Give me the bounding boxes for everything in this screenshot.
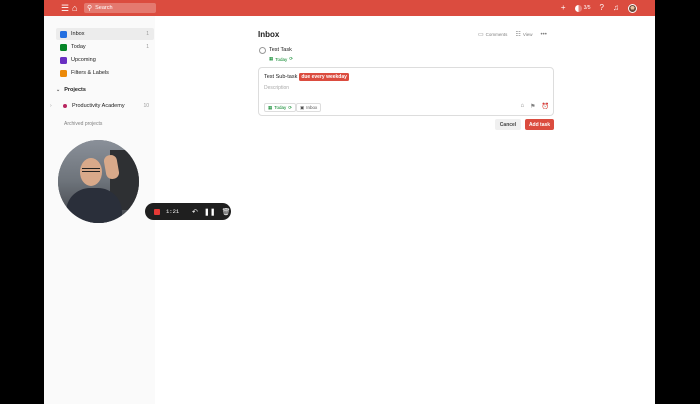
project-label: Productivity Academy <box>72 103 125 109</box>
inbox-icon <box>60 30 67 38</box>
project-color-dot <box>63 104 67 108</box>
sidebar-item-today[interactable]: Today 1 <box>56 41 154 53</box>
more-button[interactable]: ••• <box>541 32 547 38</box>
sidebar-item-upcoming[interactable]: Upcoming <box>56 54 154 66</box>
main-content: Inbox ▭ Comments ☷ View ••• Test Task ▦ … <box>155 16 655 404</box>
search-icon: ⚲ <box>87 5 93 12</box>
header-actions: ▭ Comments ☷ View ••• <box>478 31 547 39</box>
task-title-input[interactable]: Test Sub-task due every weekday <box>264 73 349 81</box>
more-icon: ••• <box>540 31 547 38</box>
editor-tools: ⌂ ⚑ ⏰ <box>521 103 550 110</box>
task-due-label: Today <box>275 56 288 62</box>
help-icon[interactable]: ? <box>600 0 604 16</box>
avatar[interactable] <box>628 3 637 13</box>
calendar-icon: ▦ <box>268 104 273 110</box>
description-input[interactable]: Description <box>264 85 289 91</box>
sidebar-project-productivity-academy[interactable]: › Productivity Academy 10 <box>50 100 154 112</box>
due-date-highlight[interactable]: due every weekday <box>299 73 349 81</box>
due-date-chip-label: Today <box>274 105 287 110</box>
comment-icon: ▭ <box>478 32 484 38</box>
sidebar-item-count: 1 <box>146 44 149 50</box>
task-title-text: Test Sub-task <box>264 74 298 80</box>
task-name: Test Task <box>269 47 292 53</box>
sidebar-item-label: Inbox <box>71 31 85 37</box>
flag-icon[interactable]: ⚑ <box>530 103 535 110</box>
reminder-icon[interactable]: ⏰ <box>542 103 549 110</box>
chevron-right-icon[interactable]: › <box>50 103 59 109</box>
search-input[interactable] <box>95 5 151 11</box>
notifications-icon[interactable]: ♫ <box>613 0 619 16</box>
comments-label: Comments <box>485 32 508 37</box>
cancel-button[interactable]: Cancel <box>495 119 521 130</box>
page-title: Inbox <box>258 30 280 39</box>
sidebar-item-label: Filters & Labels <box>71 70 109 76</box>
label-icon[interactable]: ⌂ <box>521 103 525 110</box>
due-date-chip[interactable]: ▦ Today ⟳ <box>264 103 297 112</box>
today-icon <box>60 43 67 51</box>
task-due-date[interactable]: ▦ Today ⟳ <box>269 56 293 62</box>
view-button[interactable]: ☷ View <box>515 31 532 38</box>
view-icon: ☷ <box>515 32 521 38</box>
sidebar-item-filters-labels[interactable]: Filters & Labels <box>56 67 154 79</box>
webcam-bubble[interactable] <box>58 140 139 223</box>
webcam-person-body <box>66 188 122 223</box>
sidebar-item-count: 1 <box>146 31 149 37</box>
home-icon[interactable]: ⌂ <box>72 0 77 16</box>
sidebar-item-label: Today <box>71 44 86 50</box>
projects-heading-label: Projects <box>64 87 86 93</box>
project-chip-label: Inbox <box>306 105 318 110</box>
karma-icon <box>574 4 582 12</box>
view-label: View <box>522 32 533 37</box>
menu-icon[interactable]: ☰ <box>61 0 69 16</box>
add-icon[interactable]: + <box>561 0 566 16</box>
sidebar-item-label: Upcoming <box>71 57 96 63</box>
task-editor: Test Sub-task due every weekday Descript… <box>258 67 554 116</box>
app-window: ☰ ⌂ ⚲ + 3/5 ? ♫ Inbox 1 Today 1 <box>44 0 655 404</box>
upcoming-icon <box>60 56 67 64</box>
calendar-icon: ▦ <box>269 56 274 61</box>
filters-icon <box>60 69 67 77</box>
sidebar-item-inbox[interactable]: Inbox 1 <box>56 28 154 40</box>
recurring-icon: ⟳ <box>289 56 294 61</box>
add-task-button[interactable]: Add task <box>525 119 554 130</box>
karma-button[interactable]: 3/5 <box>574 4 591 12</box>
search-box[interactable]: ⚲ <box>84 3 156 13</box>
karma-label: 3/5 <box>583 5 591 11</box>
project-chip[interactable]: ▣ Inbox <box>296 103 322 112</box>
chevron-down-icon: ⌄ <box>56 87 61 93</box>
archived-projects-link[interactable]: Archived projects <box>64 121 102 127</box>
projects-heading[interactable]: ⌄ Projects <box>56 87 86 93</box>
inbox-icon: ▣ <box>300 104 305 110</box>
comments-button[interactable]: ▭ Comments <box>478 31 507 38</box>
recurring-icon: ⟳ <box>288 104 293 110</box>
project-count: 10 <box>143 103 149 109</box>
top-bar: ☰ ⌂ ⚲ + 3/5 ? ♫ <box>44 0 655 16</box>
webcam-person-glasses <box>82 168 100 172</box>
task-checkbox[interactable] <box>259 47 266 54</box>
webcam-person-head <box>80 158 102 186</box>
top-bar-actions: + 3/5 ? ♫ <box>561 0 637 16</box>
